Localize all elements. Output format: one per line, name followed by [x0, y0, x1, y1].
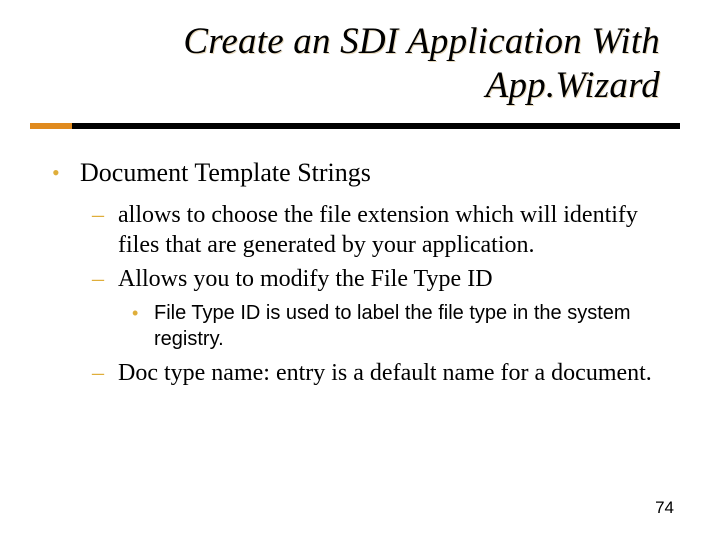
- title-line-1: Create an SDI Application With: [183, 21, 660, 62]
- bullet-icon: •: [132, 300, 154, 352]
- dash-icon: –: [92, 200, 118, 260]
- bullet-level1: • Document Template Strings: [50, 157, 670, 190]
- bullet-level2: – allows to choose the file extension wh…: [92, 200, 670, 260]
- sub2-text: Allows you to modify the File Type ID: [118, 264, 493, 294]
- bullet-level2: – Allows you to modify the File Type ID: [92, 264, 670, 294]
- rule-accent: [30, 123, 72, 129]
- title-underline: [50, 117, 670, 135]
- content-area: • Document Template Strings – allows to …: [50, 157, 670, 388]
- level3-group: • File Type ID is used to label the file…: [132, 300, 670, 352]
- rule-main: [72, 123, 680, 129]
- slide-title: Create an SDI Application With App.Wizar…: [50, 20, 670, 107]
- bullet-icon: •: [50, 157, 80, 190]
- slide: Create an SDI Application With App.Wizar…: [0, 0, 720, 540]
- dash-icon: –: [92, 264, 118, 294]
- subsub1-text: File Type ID is used to label the file t…: [154, 300, 670, 352]
- bullet-level3: • File Type ID is used to label the file…: [132, 300, 670, 352]
- bullet-level2: – Doc type name: entry is a default name…: [92, 358, 670, 388]
- level2-group: – allows to choose the file extension wh…: [92, 200, 670, 388]
- page-number: 74: [655, 498, 674, 518]
- dash-icon: –: [92, 358, 118, 388]
- sub1-text: allows to choose the file extension whic…: [118, 200, 670, 260]
- bullet1-text: Document Template Strings: [80, 157, 371, 190]
- sub3-text: Doc type name: entry is a default name f…: [118, 358, 652, 388]
- title-line-2: App.Wizard: [486, 65, 660, 106]
